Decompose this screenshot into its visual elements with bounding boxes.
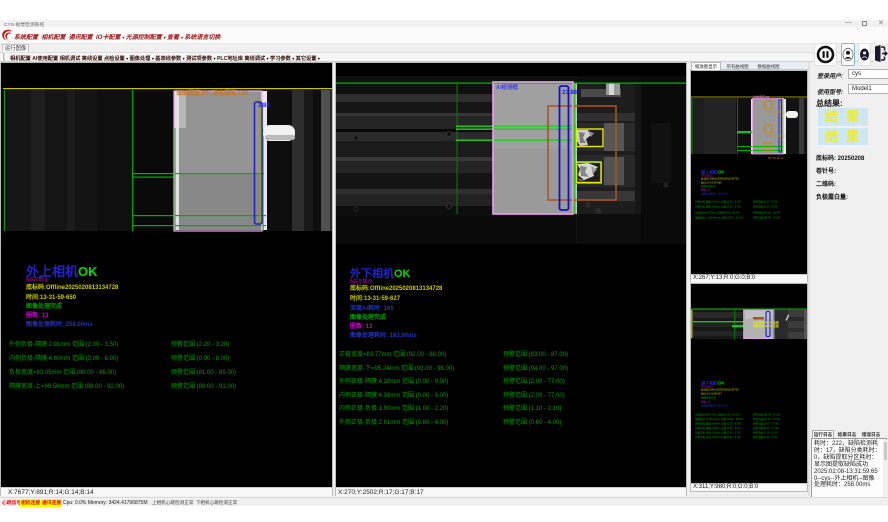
svg-text:当前阈值:93, 动态阈值:100: 当前阈值:93, 动态阈值:100 [176, 89, 249, 97]
svg-text:3.88: 3.88 [258, 103, 270, 109]
svg-text:AI检测框: AI检测框 [496, 83, 519, 91]
svg-text:23.88: 23.88 [562, 90, 578, 96]
